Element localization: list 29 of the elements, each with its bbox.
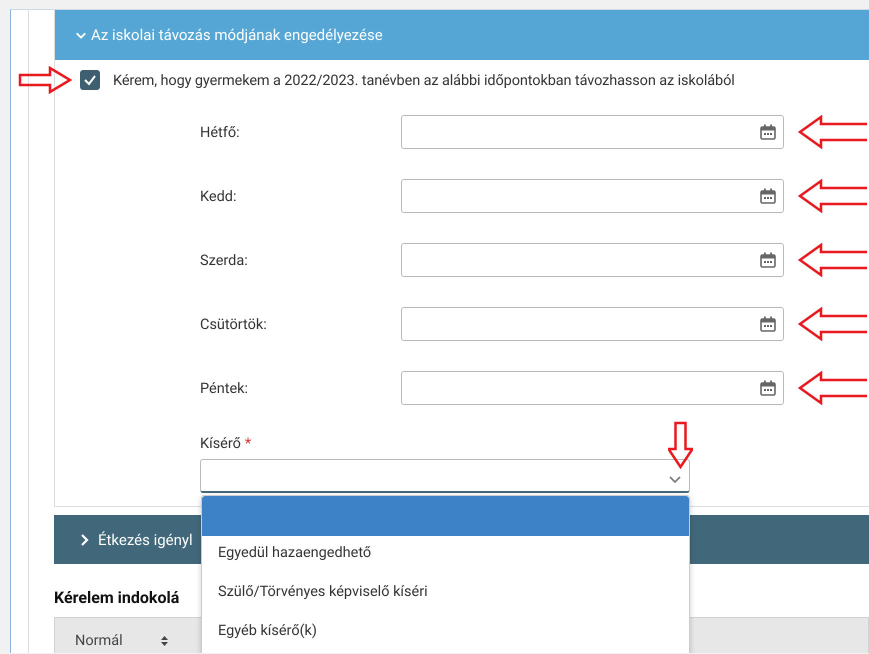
field-label: Péntek: [200,380,250,396]
date-field[interactable] [400,179,784,213]
date-field[interactable] [400,243,784,277]
date-field[interactable] [400,371,784,405]
checkbox[interactable] [80,70,100,90]
calendar-icon [760,380,776,396]
calendar-icon [760,124,776,140]
calendar-icon [760,252,776,268]
chevron-right-icon [78,534,90,546]
format-dropdown[interactable]: Normál [75,632,169,649]
date-field[interactable] [400,307,784,341]
sort-icon [160,634,169,646]
field-label: Kísérő [200,435,241,452]
field-label: Szerda: [200,252,249,268]
checkbox-label: Kérem, hogy gyermekem a 2022/2023. tanévben az alábbi időpontokban távozhasson az iskolából [113,72,735,88]
calendar-icon [760,188,776,204]
dropdown-option[interactable]: Egyedül hazaengedhető [202,533,689,572]
dropdown-option[interactable]: Egyéb kísérő(k) [202,611,689,650]
check-icon [83,73,97,87]
required-mark: * [244,435,252,452]
section-title: Kérelem indokolá [54,588,180,608]
field-label: Csütörtök: [200,316,268,332]
field-label: Kedd: [200,188,238,204]
date-field[interactable] [400,115,784,149]
chevron-down-icon [669,476,681,483]
calendar-icon [760,316,776,332]
dropdown-option[interactable]: Szülő/Törvényes képviselő kíséri [202,572,689,611]
field-label: Hétfő: [200,124,241,140]
select-field[interactable] [200,459,690,493]
